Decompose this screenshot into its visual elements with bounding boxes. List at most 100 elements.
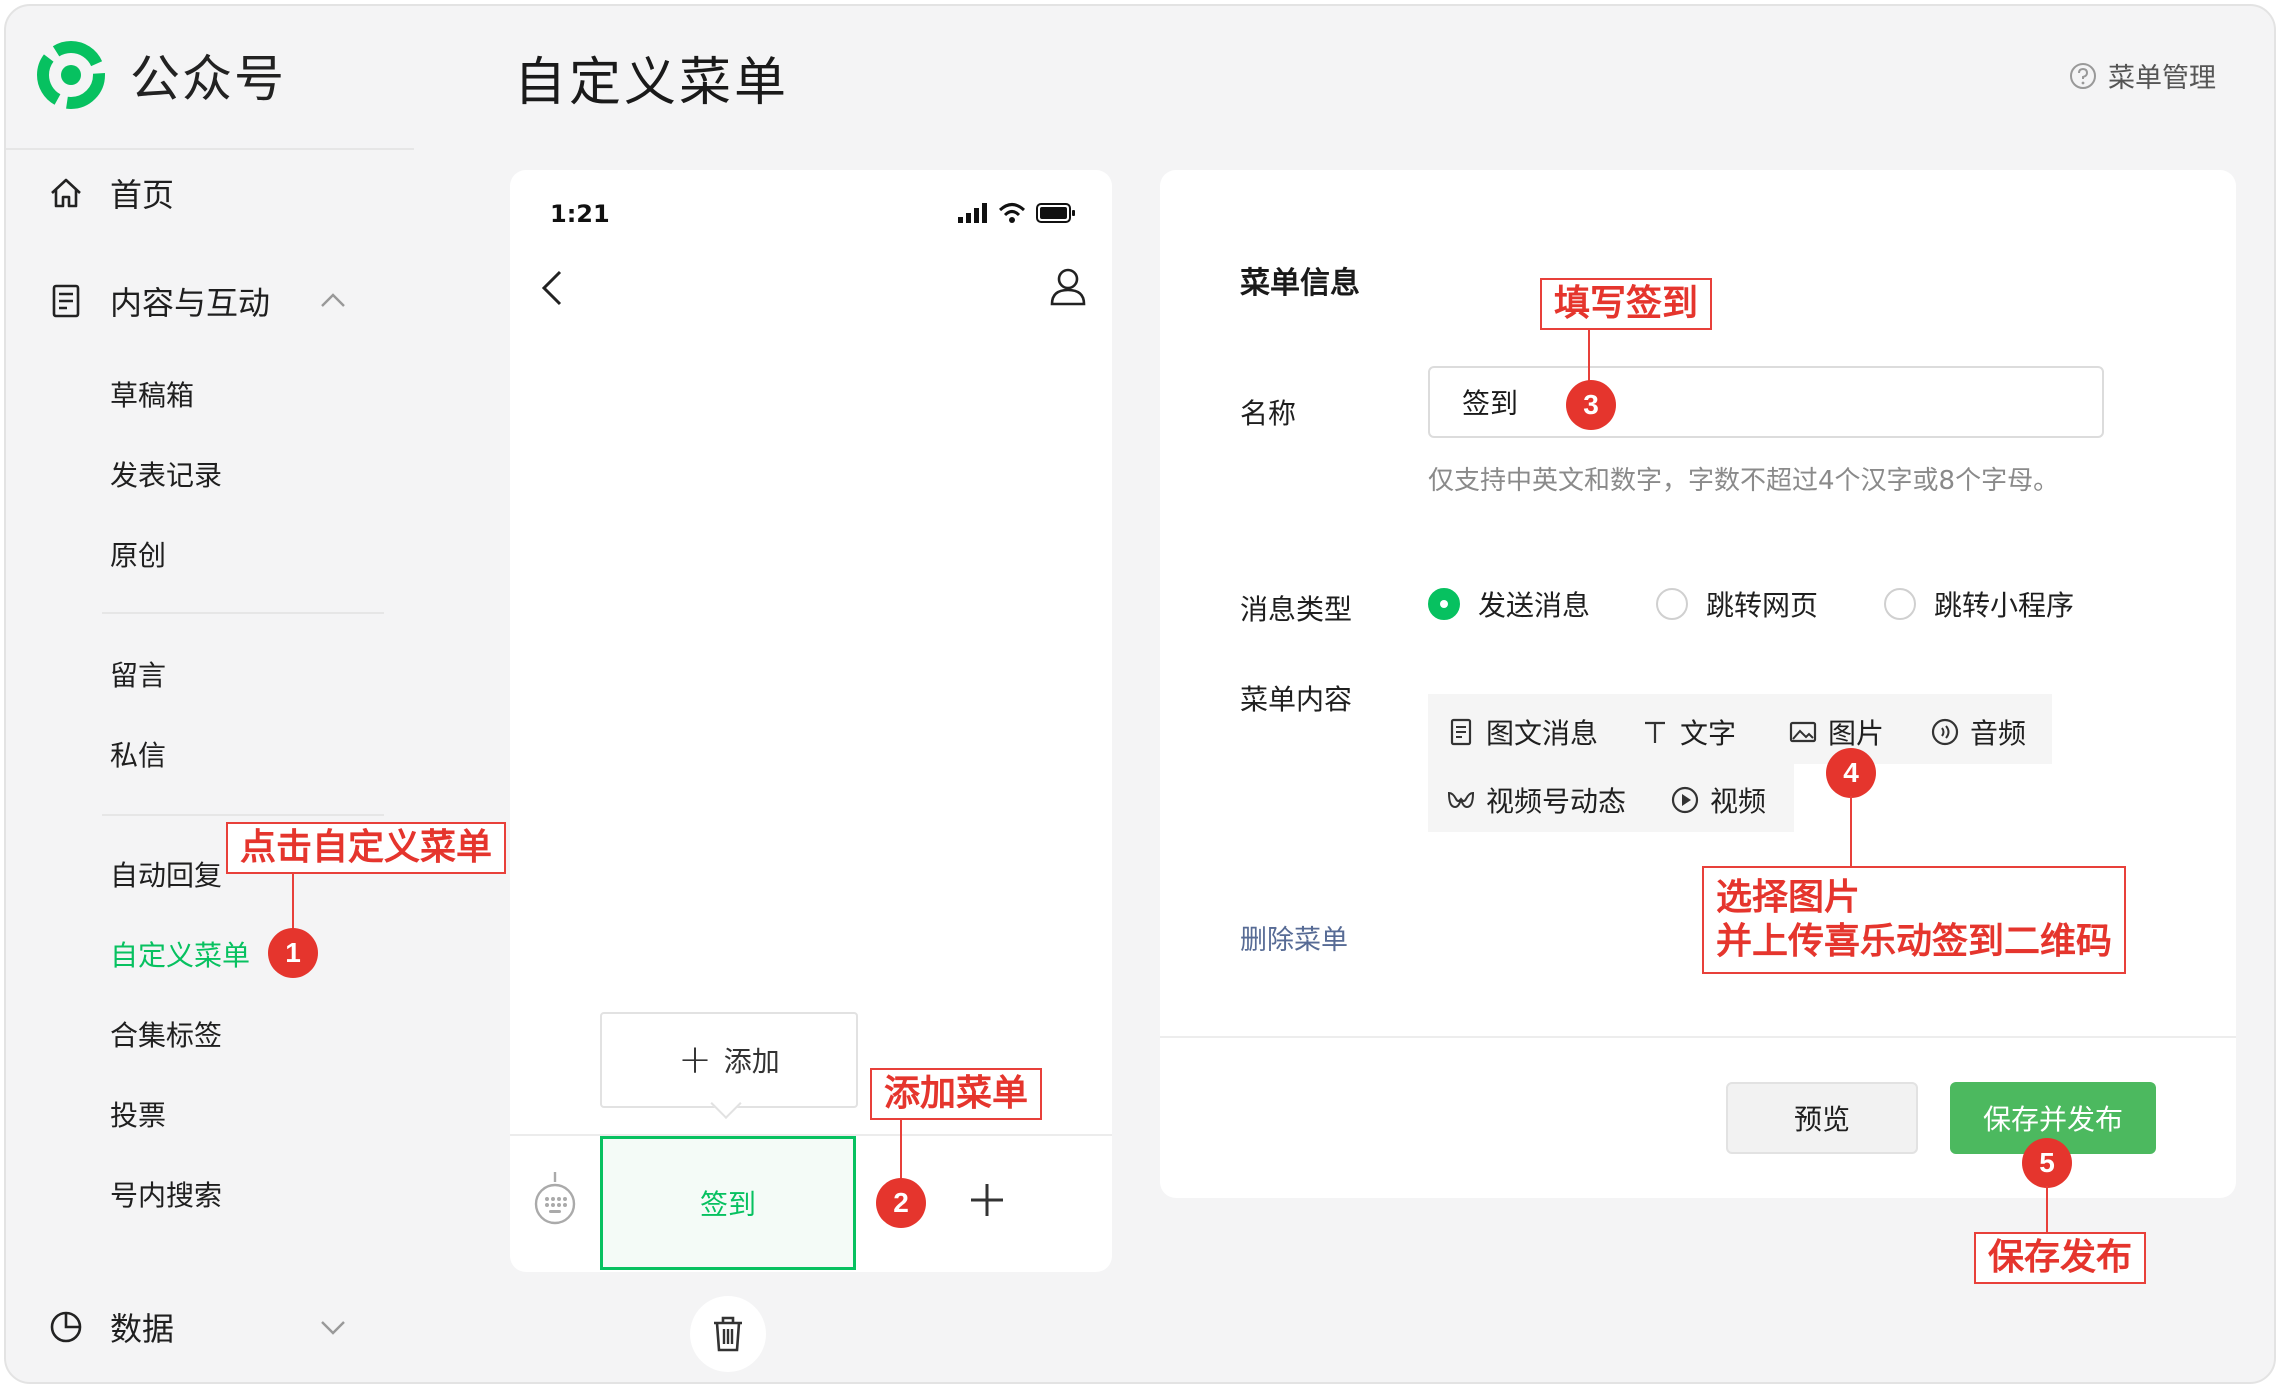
document-icon: [52, 284, 80, 318]
add-menu-plus-icon[interactable]: [962, 1170, 1012, 1230]
status-time: 1:21: [550, 200, 610, 228]
keyboard-icon[interactable]: [532, 1168, 578, 1228]
sidebar-item-vote[interactable]: 投票: [110, 1094, 166, 1134]
chevron-up-icon[interactable]: [318, 286, 348, 316]
content-type-image[interactable]: 图片: [1788, 712, 1884, 752]
preview-button[interactable]: 预览: [1726, 1082, 1918, 1154]
content-type-tabs: 图文消息 文字 图片 音频 视频号动态 视频: [1428, 694, 2052, 832]
page-title: 自定义菜单: [514, 53, 790, 113]
sidebar-group-content[interactable]: 内容与互动: [48, 278, 270, 324]
sidebar-group-label: 内容与互动: [110, 284, 271, 322]
image-icon: [1789, 721, 1817, 743]
pie-chart-icon: [50, 1311, 82, 1343]
sidebar-divider: [6, 148, 414, 150]
annotation-leader: [1850, 796, 1852, 866]
annotation-click-custom-menu: 点击自定义菜单: [226, 822, 507, 874]
radio-jump-miniprogram[interactable]: 跳转小程序: [1884, 584, 2074, 624]
step-badge-2: 2: [876, 1178, 926, 1228]
content-type-label: 视频号动态: [1486, 785, 1627, 818]
sidebar-item-custom-menu[interactable]: 自定义菜单: [110, 934, 250, 974]
sidebar-item-messages[interactable]: 私信: [110, 734, 166, 774]
user-icon[interactable]: [1048, 266, 1088, 308]
sidebar-item-home[interactable]: 首页: [48, 170, 174, 216]
channels-icon: [1447, 791, 1475, 809]
radio-send-message[interactable]: 发送消息: [1428, 584, 1590, 624]
menu-management-link[interactable]: 菜单管理: [2068, 56, 2216, 95]
annotation-leader: [1588, 330, 1590, 384]
content-type-label: 音频: [1970, 717, 2027, 750]
sidebar-item-original[interactable]: 原创: [110, 534, 166, 574]
radio-label: 跳转网页: [1706, 589, 1819, 622]
battery-icon: [1036, 203, 1075, 223]
content-type-channels-post[interactable]: 视频号动态: [1446, 780, 1626, 820]
sidebar-item-published[interactable]: 发表记录: [110, 454, 222, 494]
brand[interactable]: 公众号: [36, 40, 286, 110]
annotation-choose-image: 选择图片 并上传喜乐动签到二维码: [1702, 866, 2127, 974]
sidebar-divider: [102, 814, 384, 816]
radio-label: 跳转小程序: [1934, 589, 2075, 622]
app-window: 公众号 首页 内容与互动 草稿箱 发表记录 原创 留言 私信 自动回复 自定义菜…: [4, 4, 2276, 1384]
annotation-leader: [900, 1120, 902, 1184]
name-hint: 仅支持中英文和数字，字数不超过4个汉字或8个字母。: [1428, 466, 2060, 496]
annotation-leader: [292, 874, 294, 934]
radio-label: 发送消息: [1478, 589, 1591, 622]
sidebar-item-comments[interactable]: 留言: [110, 654, 166, 694]
annotation-fill-signin: 填写签到: [1540, 278, 1713, 330]
menu-content-label: 菜单内容: [1240, 683, 1353, 716]
sidebar-item-collection-tags[interactable]: 合集标签: [110, 1014, 222, 1054]
wifi-icon: [998, 203, 1026, 223]
plus-icon: +: [678, 1037, 712, 1083]
content-type-label: 文字: [1680, 717, 1737, 750]
message-type-radio-group: 发送消息 跳转网页 跳转小程序: [1428, 584, 2074, 624]
content-type-audio[interactable]: 音频: [1930, 712, 2026, 752]
sidebar-item-drafts[interactable]: 草稿箱: [110, 374, 194, 414]
name-label: 名称: [1240, 397, 1297, 430]
text-icon: [1645, 721, 1665, 743]
annotation-line: 并上传喜乐动签到二维码: [1716, 921, 2113, 962]
message-type-label: 消息类型: [1240, 593, 1353, 626]
annotation-save-publish: 保存发布: [1974, 1232, 2147, 1284]
content-type-text[interactable]: 文字: [1640, 712, 1736, 752]
step-badge-3: 3: [1566, 380, 1616, 430]
sidebar-item-search[interactable]: 号内搜索: [110, 1174, 222, 1214]
help-circle-icon: [2070, 62, 2096, 89]
radio-jump-webpage[interactable]: 跳转网页: [1656, 584, 1818, 624]
annotation-add-menu: 添加菜单: [870, 1068, 1043, 1120]
annotation-leader: [2046, 1186, 2048, 1234]
home-icon: [51, 178, 81, 208]
sidebar-divider: [102, 612, 384, 614]
back-arrow-icon[interactable]: [536, 266, 566, 310]
radio-unchecked-icon: [1884, 588, 1917, 620]
status-icons: [958, 202, 1076, 224]
content-type-label: 视频: [1710, 785, 1767, 818]
section-title: 菜单信息: [1240, 266, 1360, 301]
chevron-down-icon[interactable]: [318, 1312, 348, 1342]
menu-name-input[interactable]: 签到: [1428, 366, 2104, 438]
content-type-label: 图片: [1828, 717, 1885, 750]
brand-title: 公众号: [130, 50, 286, 108]
panel-divider: [1160, 1036, 2236, 1038]
menu-management-label: 菜单管理: [2108, 63, 2216, 94]
content-type-video[interactable]: 视频: [1670, 780, 1766, 820]
delete-menu-button[interactable]: [690, 1296, 766, 1372]
step-badge-4: 4: [1826, 748, 1876, 798]
audio-icon: [1931, 718, 1959, 746]
step-badge-1: 1: [268, 928, 318, 978]
video-play-icon: [1671, 786, 1699, 814]
article-icon: [1450, 718, 1472, 746]
sidebar-item-label: 首页: [110, 176, 175, 214]
menu-item-signin[interactable]: 签到: [600, 1136, 856, 1270]
sidebar-group-data[interactable]: 数据: [48, 1304, 174, 1350]
step-badge-5: 5: [2022, 1138, 2072, 1188]
radio-checked-icon: [1428, 588, 1460, 620]
signal-icon: [958, 203, 987, 223]
sidebar-group-label: 数据: [110, 1310, 175, 1348]
delete-menu-link[interactable]: 删除菜单: [1240, 918, 1348, 957]
radio-unchecked-icon: [1656, 588, 1689, 620]
add-submenu-label: 添加: [723, 1045, 780, 1078]
content-type-article[interactable]: 图文消息: [1446, 712, 1598, 752]
trash-icon: [714, 1316, 742, 1352]
annotation-line: 选择图片: [1716, 877, 1861, 918]
brand-logo-icon: [37, 41, 105, 109]
sidebar-item-auto-reply[interactable]: 自动回复: [110, 854, 222, 894]
